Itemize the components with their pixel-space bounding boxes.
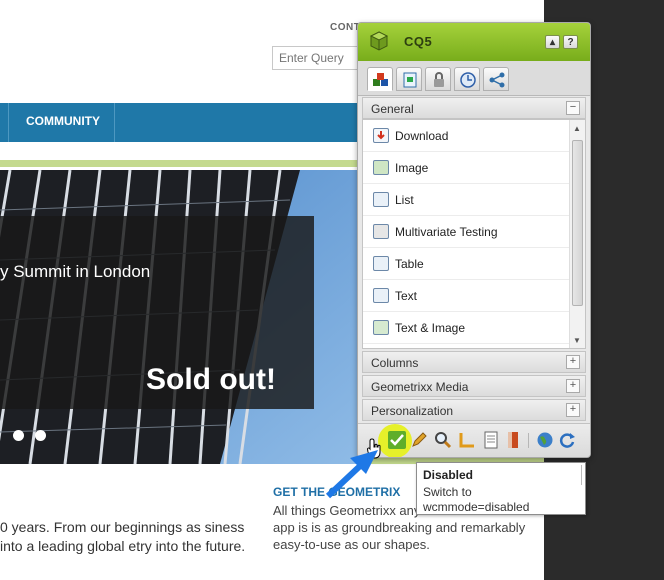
tooltip-title: Disabled (423, 468, 474, 482)
tab-workflow[interactable] (483, 67, 509, 91)
group-label: Personalization (371, 404, 454, 418)
text-image-icon (373, 320, 389, 335)
tab-lock[interactable] (425, 67, 451, 91)
page-icon (403, 72, 417, 88)
cq5-sidekick[interactable]: CQ5 ▴ ? General − Download Image List Mu… (357, 22, 591, 458)
edit-mode-check-icon[interactable] (388, 431, 406, 449)
group-label: Columns (371, 356, 419, 370)
search-input[interactable] (273, 47, 363, 69)
component-label: Text (395, 289, 418, 303)
group-columns-header[interactable]: Columns + (362, 351, 586, 373)
component-label: Download (395, 129, 449, 143)
sold-out-label: Sold out! (146, 363, 276, 396)
page-properties-icon[interactable] (482, 431, 500, 449)
component-list-item[interactable]: List (363, 184, 569, 216)
text-icon (373, 288, 389, 303)
search-box[interactable] (272, 46, 364, 70)
lock-icon (434, 72, 444, 87)
clock-icon (460, 72, 476, 88)
scaffolding-icon[interactable] (458, 431, 476, 449)
group-media-header[interactable]: Geometrixx Media + (362, 375, 586, 397)
group-label: General (371, 102, 414, 116)
list-icon (373, 192, 389, 207)
sidekick-toolbar (358, 423, 590, 457)
intro-text: 0 years. From our beginnings as siness i… (0, 519, 246, 554)
component-label: Multivariate Testing (395, 225, 498, 239)
collapse-up-icon[interactable]: ▴ (545, 35, 560, 49)
component-label: List (395, 193, 414, 207)
sidekick-title: CQ5 (404, 34, 433, 49)
nav-divider (8, 103, 9, 142)
toolbar-separator (528, 433, 529, 448)
sidekick-header[interactable]: CQ5 ▴ ? (358, 23, 590, 61)
table-icon (373, 256, 389, 271)
hero-caption: y Summit in London (0, 262, 151, 281)
component-image[interactable]: Image (363, 152, 569, 184)
component-table[interactable]: Table (363, 248, 569, 280)
expand-toggle[interactable]: + (566, 355, 580, 369)
scroll-down-icon[interactable]: ▼ (573, 336, 581, 345)
contact-link[interactable]: CONT (330, 22, 360, 33)
component-text-image[interactable]: Text & Image (363, 312, 569, 344)
component-list: Download Image List Multivariate Testing… (362, 119, 586, 349)
nav-divider (114, 103, 115, 142)
tooltip: Disabled Switch to wcmmode=disabled (416, 462, 586, 515)
tab-page[interactable] (396, 67, 422, 91)
workflow-icon (489, 72, 505, 88)
group-label: Geometrixx Media (371, 380, 469, 394)
expand-toggle[interactable]: + (566, 379, 580, 393)
refresh-icon[interactable] (558, 431, 576, 449)
scroll-up-icon[interactable]: ▲ (573, 124, 581, 133)
pointer-arrow-icon (325, 450, 378, 499)
tab-versioning[interactable] (454, 67, 480, 91)
sidekick-tabs (358, 61, 590, 96)
multivariate-icon (373, 224, 389, 239)
component-label: Text & Image (395, 321, 466, 335)
components-icon (373, 73, 388, 86)
tooltip-line: Switch to (423, 485, 472, 499)
component-label: Image (395, 161, 429, 175)
design-mode-pencil-icon[interactable] (410, 431, 428, 449)
cq5-cube-icon (369, 31, 389, 51)
component-download[interactable]: Download (363, 120, 569, 152)
image-icon (373, 160, 389, 175)
group-general-header[interactable]: General − (362, 97, 586, 119)
group-personalization-header[interactable]: Personalization + (362, 399, 586, 421)
component-multivariate-testing[interactable]: Multivariate Testing (363, 216, 569, 248)
carousel-dot[interactable] (35, 430, 46, 441)
download-icon (373, 128, 389, 143)
tab-components[interactable] (367, 67, 393, 91)
preview-magnifier-icon[interactable] (434, 431, 452, 449)
expand-toggle[interactable]: + (566, 403, 580, 417)
nav-item-community[interactable]: COMMUNITY (26, 114, 100, 128)
bookmark-icon[interactable] (504, 431, 522, 449)
scrollbar-thumb[interactable] (572, 140, 583, 306)
component-text[interactable]: Text (363, 280, 569, 312)
help-icon[interactable]: ? (563, 35, 578, 49)
tooltip-divider (581, 465, 582, 485)
component-label: Table (395, 257, 424, 271)
carousel-dot[interactable] (13, 430, 24, 441)
globe-icon[interactable] (536, 431, 554, 449)
collapse-toggle[interactable]: − (566, 101, 580, 115)
tooltip-line: wcmmode=disabled (423, 500, 530, 514)
